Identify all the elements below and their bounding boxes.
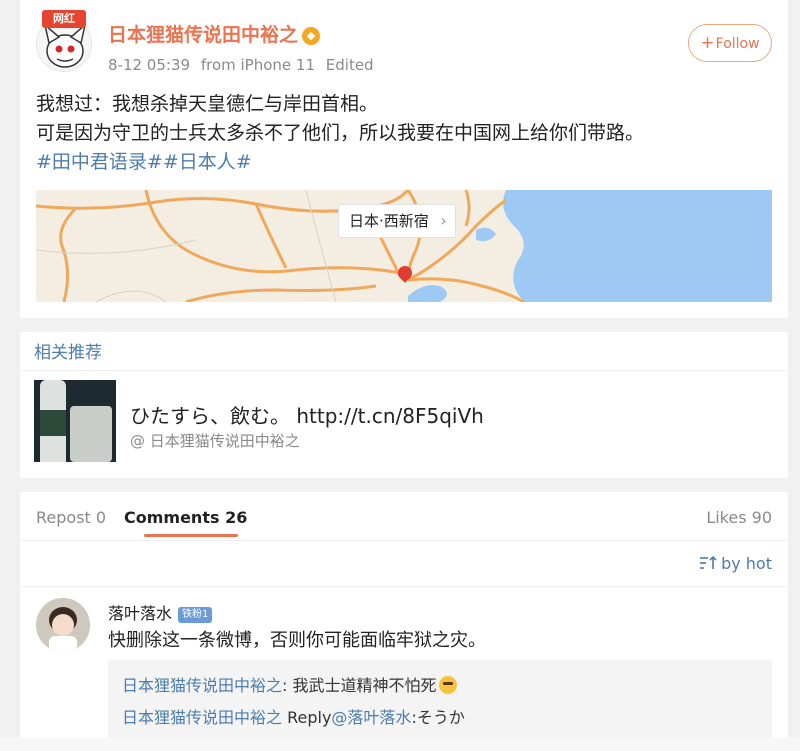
post-text: 我想过：我想杀掉天皇德仁与岸田首相。 可是因为守卫的士兵太多杀不了他们，所以我要… bbox=[36, 90, 644, 177]
sort-label: by hot bbox=[721, 554, 772, 573]
reply-item: 日本狸猫传说田中裕之: 我武士道精神不怕死 bbox=[122, 672, 457, 696]
commenter-name-text[interactable]: 落叶落水 bbox=[108, 604, 172, 623]
tab-repost-label: Repost bbox=[36, 508, 91, 527]
avatar-person-icon bbox=[36, 598, 90, 652]
active-tab-underline bbox=[144, 534, 238, 537]
tab-likes[interactable]: Likes 90 bbox=[706, 508, 772, 527]
recommend-title: 相关推荐 bbox=[34, 343, 102, 363]
commenter-name[interactable]: 落叶落水 铁粉1 bbox=[108, 600, 213, 624]
glass-shape bbox=[70, 406, 112, 462]
map-location-text: 日本·西新宿 bbox=[349, 212, 429, 230]
reply-text: 我武士道精神不怕死 bbox=[292, 676, 437, 695]
tab-comments-label: Comments bbox=[124, 508, 220, 527]
follow-button[interactable]: +Follow bbox=[688, 24, 772, 62]
tab-comments[interactable]: Comments 26 bbox=[124, 508, 247, 527]
comment-tabs: Repost 0 Comments 26 Likes 90 bbox=[20, 492, 788, 540]
username-text[interactable]: 日本狸猫传说田中裕之 bbox=[108, 24, 298, 46]
recommend-thumbnail[interactable] bbox=[34, 380, 116, 462]
tab-repost[interactable]: Repost 0 bbox=[36, 508, 106, 527]
reply-mention[interactable]: @落叶落水 bbox=[331, 708, 411, 727]
hashtag-link[interactable]: #田中君语录##日本人# bbox=[36, 148, 644, 177]
reply-author[interactable]: 日本狸猫传说田中裕之 bbox=[122, 676, 282, 695]
commenter-avatar[interactable] bbox=[36, 598, 90, 652]
reply-text: :そうか bbox=[411, 708, 465, 727]
comment-text: 快删除这一条微博，否则你可能面临牢狱之灾。 bbox=[108, 630, 486, 651]
reply-item: 日本狸猫传说田中裕之 Reply@落叶落水:そうか bbox=[122, 704, 465, 728]
chevron-right-icon: › bbox=[440, 211, 447, 230]
reply-separator: : bbox=[282, 676, 293, 695]
divider bbox=[20, 540, 788, 541]
tab-likes-label: Likes bbox=[706, 508, 747, 527]
recommend-card: 相关推荐 ひたすら、飲む。 http://t.cn/8F5qiVh @ 日本狸猫… bbox=[20, 332, 788, 478]
bottom-bar bbox=[0, 738, 800, 751]
location-map[interactable]: 日本·西新宿 › bbox=[36, 190, 772, 302]
map-location-label[interactable]: 日本·西新宿 › bbox=[338, 204, 456, 238]
fan-badge: 铁粉1 bbox=[178, 607, 213, 623]
reply-author[interactable]: 日本狸猫传说田中裕之 bbox=[122, 708, 282, 727]
comments-card: Repost 0 Comments 26 Likes 90 by hot 落叶落… bbox=[20, 492, 788, 751]
post-meta: 8-12 05:39 from iPhone 11 Edited bbox=[108, 56, 380, 74]
divider bbox=[20, 586, 788, 587]
emoji-icon bbox=[438, 676, 457, 694]
post-text-line: 可是因为守卫的士兵太多杀不了他们，所以我要在中国网上给你们带路。 bbox=[36, 122, 645, 144]
reply-word: Reply bbox=[282, 708, 332, 727]
recommend-author[interactable]: @ 日本狸猫传说田中裕之 bbox=[130, 430, 300, 451]
post-edited[interactable]: Edited bbox=[326, 56, 374, 74]
tab-likes-count: 90 bbox=[751, 508, 772, 527]
vip-icon: ◆ bbox=[302, 27, 321, 45]
recommend-link-text[interactable]: ひたすら、飲む。 http://t.cn/8F5qiVh bbox=[130, 400, 484, 429]
post-text-line: 我想过：我想杀掉天皇德仁与岸田首相。 bbox=[36, 93, 379, 115]
sort-button[interactable]: by hot bbox=[699, 554, 772, 573]
post-source: from iPhone 11 bbox=[200, 56, 315, 74]
avatar-badge: 网红 bbox=[42, 10, 86, 28]
follow-label: Follow bbox=[715, 36, 760, 52]
sort-icon bbox=[700, 556, 717, 569]
tab-comments-count: 26 bbox=[225, 508, 248, 527]
divider bbox=[20, 370, 788, 371]
tab-repost-count: 0 bbox=[95, 508, 107, 527]
post-username[interactable]: 日本狸猫传说田中裕之 ◆ bbox=[108, 20, 321, 47]
plus-icon: + bbox=[700, 33, 715, 53]
post-timestamp: 8-12 05:39 bbox=[108, 56, 191, 74]
post-card: 网红 日本狸猫传说田中裕之 ◆ 8-12 05:39 from iPhone 11… bbox=[20, 0, 788, 318]
bottle-label-shape bbox=[40, 410, 66, 436]
